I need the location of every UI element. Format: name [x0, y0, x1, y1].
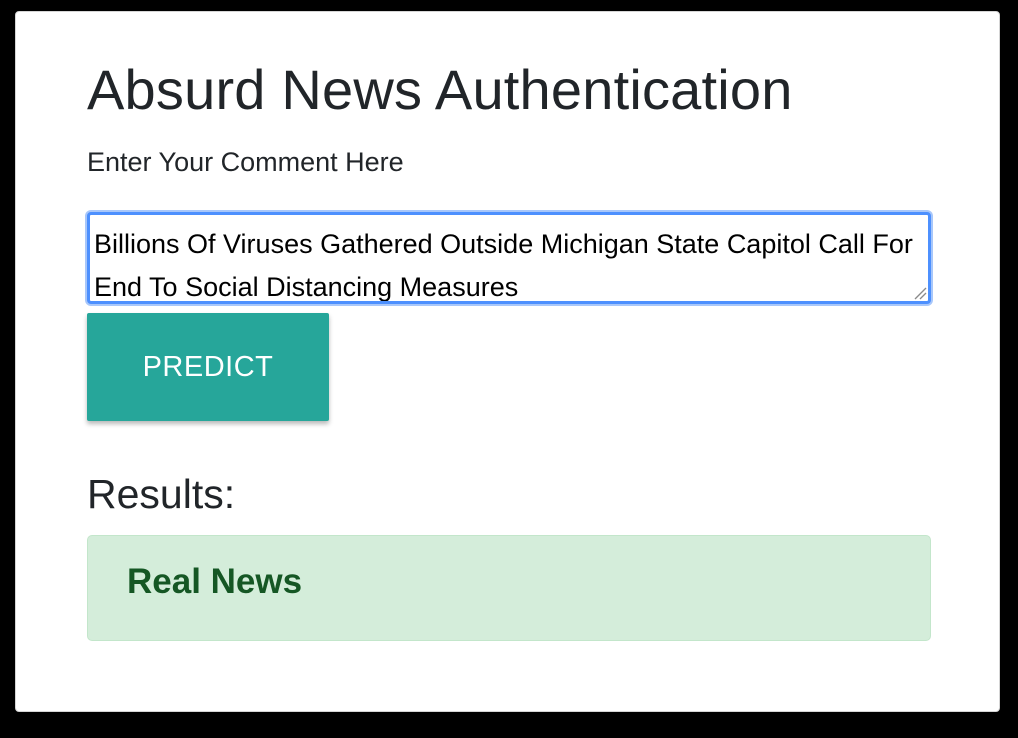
- result-alert: Real News: [87, 535, 931, 641]
- page-title: Absurd News Authentication: [87, 58, 793, 121]
- resize-grip-icon[interactable]: [913, 286, 927, 300]
- comment-label: Enter Your Comment Here: [87, 147, 404, 177]
- comment-textarea[interactable]: Billions Of Viruses Gathered Outside Mic…: [87, 212, 931, 304]
- prediction-result: Real News: [127, 562, 303, 601]
- predict-button[interactable]: PREDICT: [87, 313, 329, 421]
- results-heading: Results:: [87, 471, 236, 517]
- app-window: Absurd News Authentication Enter Your Co…: [15, 11, 1000, 712]
